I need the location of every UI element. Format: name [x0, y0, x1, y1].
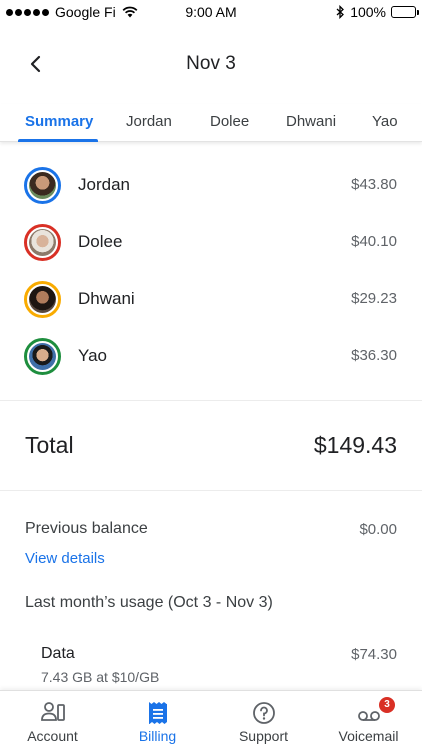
avatar [24, 167, 61, 204]
app-header: Nov 3 [0, 40, 422, 88]
nav-voicemail[interactable]: 3 Voicemail [316, 691, 421, 750]
person-amount: $36.30 [351, 347, 397, 364]
previous-balance-amount: $0.00 [359, 521, 397, 538]
person-amount: $40.10 [351, 233, 397, 250]
account-icon [40, 702, 65, 721]
previous-balance-label: Previous balance [25, 520, 148, 537]
nav-account[interactable]: Account [0, 691, 105, 750]
data-usage-amount: $74.30 [351, 646, 397, 663]
billing-icon [148, 702, 167, 724]
notification-badge: 3 [379, 697, 395, 713]
avatar [24, 338, 61, 375]
bottom-navigation: Account Billing Support 3 Voicemail [0, 690, 422, 750]
bluetooth-icon [336, 5, 345, 19]
person-name: Jordan [78, 175, 130, 194]
list-item-yao[interactable]: Yao $36.30 [0, 328, 422, 385]
help-icon [252, 702, 275, 724]
data-usage-detail: 7.43 GB at $10/GB [41, 669, 160, 685]
active-tab-indicator [18, 139, 98, 142]
nav-label: Billing [138, 728, 177, 744]
nav-label: Voicemail [338, 728, 399, 744]
divider [0, 490, 422, 491]
tab-summary[interactable]: Summary [25, 113, 93, 130]
nav-billing[interactable]: Billing [105, 691, 210, 750]
page-title: Nov 3 [186, 53, 236, 74]
total-amount: $149.43 [313, 432, 397, 458]
battery-icon [391, 6, 419, 18]
person-amount: $43.80 [351, 176, 397, 193]
person-amount: $29.23 [351, 290, 397, 307]
total-label: Total [25, 432, 74, 458]
voicemail-icon [357, 711, 380, 721]
tab-yao[interactable]: Yao [372, 113, 398, 130]
usage-section-title: Last month’s usage (Oct 3 - Nov 3) [25, 594, 273, 611]
data-usage-label: Data [41, 645, 75, 662]
person-name: Dhwani [78, 289, 135, 308]
list-item-jordan[interactable]: Jordan $43.80 [0, 157, 422, 214]
status-bar: Google Fi 9:00 AM 100% [0, 0, 422, 26]
tab-jordan[interactable]: Jordan [126, 113, 172, 130]
tab-dolee[interactable]: Dolee [210, 113, 249, 130]
person-name: Dolee [78, 232, 123, 251]
nav-label: Account [27, 728, 78, 744]
person-name: Yao [78, 346, 107, 365]
nav-label: Support [238, 728, 289, 744]
tab-bar: Summary Jordan Dolee Dhwani Yao [0, 104, 422, 142]
divider [0, 400, 422, 401]
battery-group: 100% [336, 4, 419, 20]
list-item-dhwani[interactable]: Dhwani $29.23 [0, 271, 422, 328]
avatar [24, 281, 61, 318]
list-item-dolee[interactable]: Dolee $40.10 [0, 214, 422, 271]
battery-percent: 100% [350, 4, 386, 20]
avatar [24, 224, 61, 261]
view-details-link[interactable]: View details [25, 550, 105, 567]
tab-dhwani[interactable]: Dhwani [286, 113, 336, 130]
nav-support[interactable]: Support [211, 691, 316, 750]
